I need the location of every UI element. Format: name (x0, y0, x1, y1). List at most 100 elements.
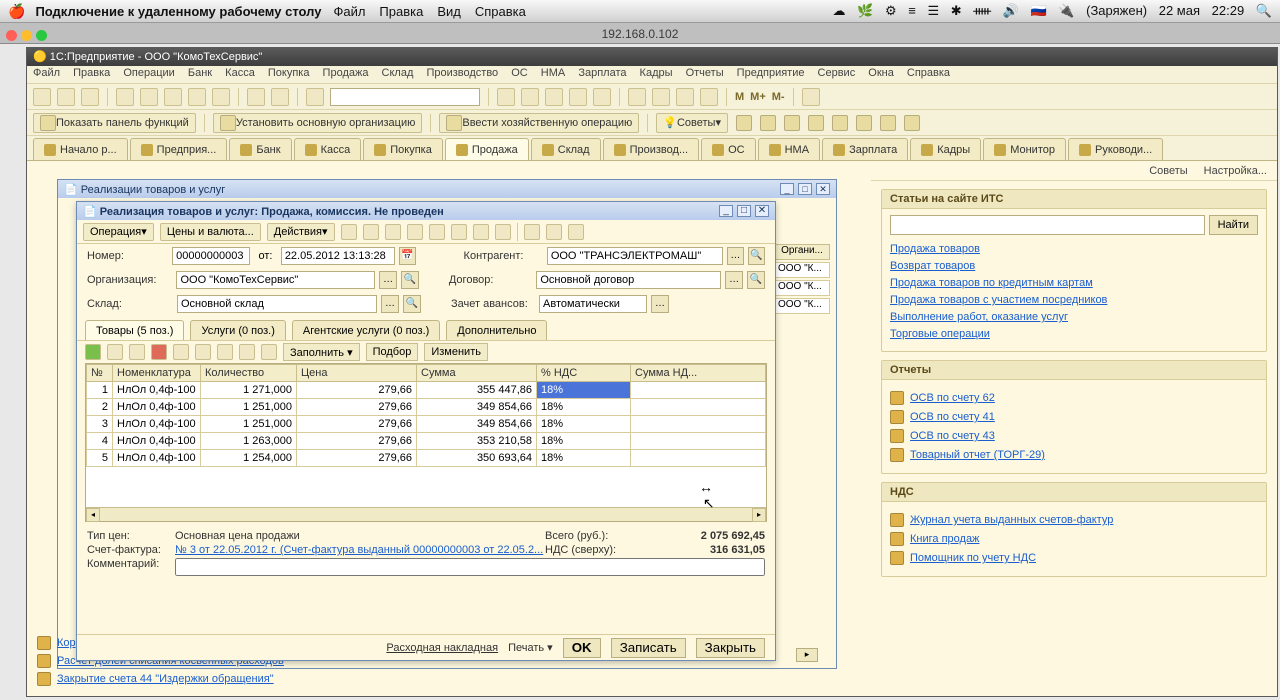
set-main-org-button[interactable]: Установить основную организацию (213, 113, 423, 133)
bottom-link[interactable]: Закрытие счета 44 "Издержки обращения" (57, 673, 274, 685)
select-contract-button[interactable]: … (725, 271, 743, 289)
waybill-link[interactable]: Расходная накладная (386, 642, 498, 654)
menu-cashbox[interactable]: Касса (225, 67, 255, 79)
grid-cell[interactable] (631, 399, 766, 416)
grid-cell[interactable]: 279,66 (297, 416, 417, 433)
tray-power-icon[interactable]: 🔌 (1058, 3, 1074, 18)
grid-row[interactable]: 3НлОл 0,4ф-1001 251,000279,66349 854,661… (87, 416, 766, 433)
grid-col-header[interactable]: № (87, 365, 113, 382)
tray-icon[interactable]: ᚔ (973, 3, 991, 18)
grid-row[interactable]: 4НлОл 0,4ф-1001 263,000279,66353 210,581… (87, 433, 766, 450)
dtb-icon[interactable] (524, 224, 540, 240)
vat-link[interactable]: Книга продаж (910, 533, 979, 545)
grid-cell[interactable]: 2 (87, 399, 113, 416)
grid-cell[interactable]: 279,66 (297, 382, 417, 399)
dialog-maximize-button[interactable]: □ (737, 205, 751, 217)
grid-cell[interactable]: 1 271,000 (201, 382, 297, 399)
grid-cell[interactable]: 18% (537, 416, 631, 433)
grid-col-header[interactable]: Количество (201, 365, 297, 382)
dtb-icon[interactable] (429, 224, 445, 240)
menu-hr[interactable]: Кадры (640, 67, 673, 79)
tb2-icon[interactable] (904, 115, 920, 131)
toolbar-mplus-button[interactable]: M+ (750, 91, 766, 103)
bg-cell[interactable]: ООО "К... (774, 262, 830, 278)
nav-tab[interactable]: Производ... (603, 138, 700, 160)
nav-tab[interactable]: Кадры (910, 138, 981, 160)
grid-cell[interactable]: 349 854,66 (417, 399, 537, 416)
its-link[interactable]: Продажа товаров (890, 243, 1258, 255)
operation-menu-button[interactable]: Операция ▾ (83, 223, 154, 241)
menu-service[interactable]: Сервис (818, 67, 856, 79)
toolbar-mminus-button[interactable]: M- (772, 91, 785, 103)
grid-cell[interactable] (631, 450, 766, 467)
tray-icon[interactable]: ☁ (833, 3, 846, 18)
menu-os[interactable]: ОС (511, 67, 528, 79)
nav-tab[interactable]: Склад (531, 138, 601, 160)
menu-salary[interactable]: Зарплата (578, 67, 626, 79)
mac-menu-edit[interactable]: Правка (379, 4, 423, 19)
prices-button[interactable]: Цены и валюта... (160, 223, 261, 241)
nav-tab[interactable]: Руководи... (1068, 138, 1163, 160)
field-date[interactable] (281, 247, 395, 265)
bg-col-header[interactable]: Органи... (774, 244, 830, 260)
grid-add-icon[interactable] (85, 344, 101, 360)
grid-cell[interactable]: НлОл 0,4ф-100 (113, 382, 201, 399)
field-warehouse[interactable] (177, 295, 377, 313)
grid-cell[interactable]: НлОл 0,4ф-100 (113, 399, 201, 416)
grid-row[interactable]: 1НлОл 0,4ф-1001 271,000279,66355 447,861… (87, 382, 766, 399)
tab-additional[interactable]: Дополнительно (446, 320, 547, 340)
toolbar-icon[interactable] (569, 88, 587, 106)
grid-cell[interactable] (631, 433, 766, 450)
menu-nma[interactable]: НМА (541, 67, 565, 79)
tray-time[interactable]: 22:29 (1212, 3, 1245, 18)
date-picker-button[interactable]: 📅 (399, 247, 416, 265)
its-search-input[interactable] (890, 215, 1205, 235)
grid-cell[interactable]: 350 693,64 (417, 450, 537, 467)
dtb-dtkt-icon[interactable] (495, 224, 511, 240)
nav-tab[interactable]: Начало р... (33, 138, 128, 160)
toolbar-back-icon[interactable] (247, 88, 265, 106)
tb2-icon[interactable] (856, 115, 872, 131)
menu-enterprise[interactable]: Предприятие (737, 67, 805, 79)
grid-cell[interactable]: 18% (537, 450, 631, 467)
tray-icon[interactable]: 🌿 (857, 3, 873, 18)
dtb-icon[interactable] (451, 224, 467, 240)
grid-cell[interactable]: НлОл 0,4ф-100 (113, 433, 201, 450)
its-link[interactable]: Торговые операции (890, 328, 1258, 340)
grid-col-header[interactable]: Сумма НД... (631, 365, 766, 382)
grid-cell[interactable]: 3 (87, 416, 113, 433)
grid-cell[interactable]: 1 251,000 (201, 399, 297, 416)
toolbar-icon[interactable] (802, 88, 820, 106)
toolbar-calendar-icon[interactable] (652, 88, 670, 106)
grid-cell[interactable]: 1 263,000 (201, 433, 297, 450)
grid-cell[interactable]: 355 447,86 (417, 382, 537, 399)
menu-sale[interactable]: Продажа (323, 67, 369, 79)
field-contract[interactable] (536, 271, 721, 289)
print-menu-button[interactable]: Печать ▾ (508, 641, 553, 654)
menu-edit[interactable]: Правка (73, 67, 110, 79)
tb2-icon[interactable] (760, 115, 776, 131)
bg-cell[interactable]: ООО "К... (774, 298, 830, 314)
nav-tab[interactable]: Касса (294, 138, 362, 160)
toolbar-icon[interactable] (188, 88, 206, 106)
dtb-icon[interactable] (407, 224, 423, 240)
dialog-close-button[interactable]: ✕ (755, 205, 769, 217)
tb2-icon[interactable] (880, 115, 896, 131)
toolbar-icon[interactable] (521, 88, 539, 106)
nav-tab[interactable]: Монитор (983, 138, 1066, 160)
grid-sort-desc-icon[interactable] (261, 344, 277, 360)
tb2-icon[interactable] (784, 115, 800, 131)
scroll-left-icon[interactable]: ◂ (86, 508, 100, 522)
tips-button[interactable]: 💡Советы ▾ (656, 113, 728, 133)
tray-icon[interactable]: ≡ (908, 3, 916, 18)
toolbar-icon[interactable] (545, 88, 563, 106)
tray-volume-icon[interactable]: 🔊 (1003, 3, 1019, 18)
goods-grid[interactable]: №НоменклатураКоличествоЦенаСумма% НДССум… (85, 363, 767, 522)
grid-select-button[interactable]: Подбор (366, 343, 419, 361)
toolbar-save-icon[interactable] (81, 88, 99, 106)
vat-link[interactable]: Помощник по учету НДС (910, 552, 1036, 564)
grid-cell[interactable]: 4 (87, 433, 113, 450)
tab-agent-services[interactable]: Агентские услуги (0 поз.) (292, 320, 440, 340)
settings-link[interactable]: Настройка... (1202, 165, 1267, 177)
field-contragent[interactable] (547, 247, 723, 265)
